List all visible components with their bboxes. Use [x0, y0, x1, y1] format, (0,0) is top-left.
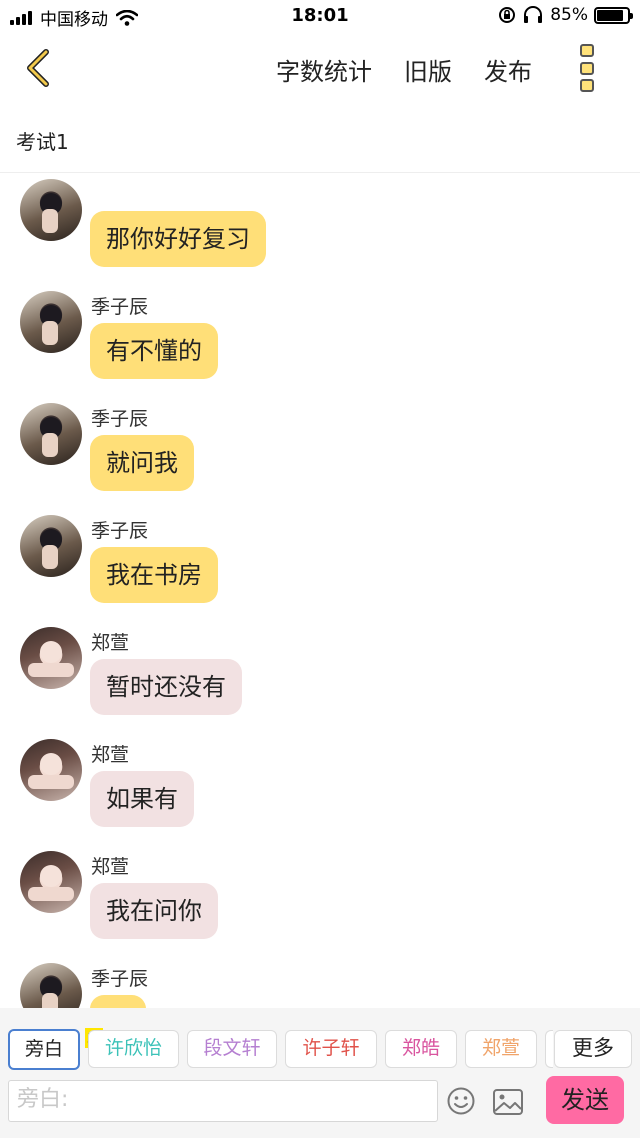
- role-chip[interactable]: 郑萱: [465, 1030, 537, 1068]
- chat-message: 季子辰 有不懂的: [0, 221, 640, 379]
- sender-name: 季子辰: [91, 520, 149, 542]
- image-icon[interactable]: [492, 1088, 524, 1116]
- chat-message: 季子辰 就问我: [0, 333, 640, 491]
- more-options-icon[interactable]: [580, 44, 596, 92]
- back-chevron-icon[interactable]: [20, 48, 60, 88]
- word-count-button[interactable]: 字数统计: [276, 52, 372, 87]
- chat-message: 季子辰 我在书房: [0, 445, 640, 603]
- role-chip-label: 段文轩: [203, 1037, 261, 1059]
- role-chip-label: 许子轩: [302, 1037, 360, 1059]
- chat-message: 郑萱 如果有: [0, 669, 640, 827]
- role-chip[interactable]: 许子轩: [285, 1030, 377, 1068]
- chat-message: 那你好好复习: [0, 173, 640, 267]
- role-selector-bar: 旁白 主 许欣怡 段文轩 许子轩 郑皓 郑萱 更多 旁白: 发送: [0, 1008, 640, 1138]
- sender-name: 郑萱: [91, 856, 130, 878]
- role-chip[interactable]: 郑皓: [385, 1030, 457, 1068]
- headphones-icon: [524, 6, 543, 23]
- battery-percent: 85%: [550, 5, 588, 25]
- more-roles-label: 更多: [572, 1036, 614, 1060]
- role-chip-label: 郑皓: [401, 1037, 440, 1059]
- role-chip-label: 许欣怡: [104, 1037, 162, 1059]
- chat-message: 郑萱 我在问你: [0, 781, 640, 939]
- emoji-icon[interactable]: [446, 1086, 476, 1116]
- sender-name: 季子辰: [91, 968, 149, 990]
- old-version-button[interactable]: 旧版: [404, 52, 452, 87]
- role-chip[interactable]: 许欣怡: [88, 1030, 179, 1068]
- navigation-bar: 字数统计 旧版 发布: [0, 34, 640, 104]
- battery-icon: [594, 6, 633, 24]
- orientation-lock-icon: [499, 7, 516, 23]
- status-bar: 中国移动 18:01 85%: [0, 0, 640, 34]
- more-roles-button[interactable]: 更多: [554, 1030, 632, 1068]
- sender-name: 郑萱: [91, 744, 130, 766]
- sender-name: 季子辰: [91, 408, 149, 430]
- chat-message: 季子辰恩: [0, 893, 640, 1008]
- role-chip-label: 旁白: [24, 1038, 63, 1060]
- role-chip-label: 郑萱: [481, 1037, 520, 1059]
- role-chip[interactable]: 段文轩: [187, 1030, 277, 1068]
- message-bubble[interactable]: 恩: [90, 995, 146, 1008]
- role-chip-partial: [545, 1030, 553, 1068]
- input-placeholder: 旁白:: [17, 1087, 69, 1112]
- message-input[interactable]: 旁白:: [8, 1080, 438, 1122]
- avatar[interactable]: [20, 963, 82, 1008]
- story-title: 考试1: [16, 130, 69, 154]
- role-chip-narrator[interactable]: 旁白: [8, 1029, 80, 1070]
- sender-name: 郑萱: [91, 632, 130, 654]
- sender-name: 季子辰: [91, 296, 149, 318]
- chat-message: 郑萱 暂时还没有: [0, 557, 640, 715]
- chat-message-list[interactable]: 那你好好复习 季子辰 有不懂的 季子辰 就问我 季子辰 我在书房 郑萱 暂时还没有 郑萱 如果有 郑萱…: [0, 173, 640, 1008]
- publish-button[interactable]: 发布: [484, 52, 532, 87]
- send-button[interactable]: 发送: [546, 1076, 624, 1124]
